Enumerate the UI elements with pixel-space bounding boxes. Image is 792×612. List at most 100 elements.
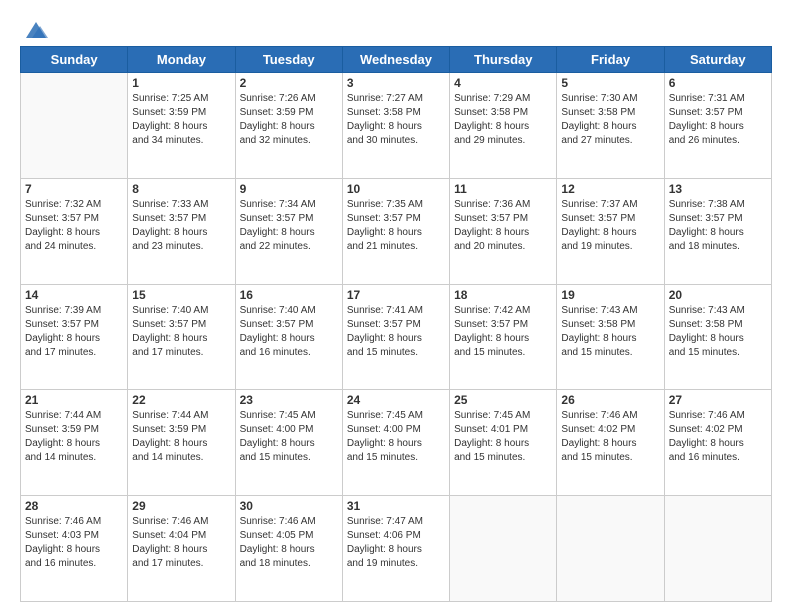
calendar-cell: 20 Sunrise: 7:43 AM Sunset: 3:58 PM Dayli… bbox=[664, 284, 771, 390]
header bbox=[20, 16, 772, 40]
day-header-saturday: Saturday bbox=[664, 47, 771, 73]
day-number: 12 bbox=[561, 182, 659, 196]
day-number: 8 bbox=[132, 182, 230, 196]
calendar-cell: 22 Sunrise: 7:44 AM Sunset: 3:59 PM Dayli… bbox=[128, 390, 235, 496]
calendar-cell: 25 Sunrise: 7:45 AM Sunset: 4:01 PM Dayli… bbox=[450, 390, 557, 496]
calendar-cell: 6Sunrise: 7:31 AM Sunset: 3:57 PM Daylig… bbox=[664, 73, 771, 179]
day-info: Sunrise: 7:27 AM Sunset: 3:58 PM Dayligh… bbox=[347, 92, 445, 148]
day-info: Sunrise: 7:26 AM Sunset: 3:59 PM Dayligh… bbox=[240, 92, 338, 148]
day-info: Sunrise: 7:46 AM Sunset: 4:02 PM Dayligh… bbox=[669, 409, 767, 465]
day-number: 3 bbox=[347, 76, 445, 90]
day-header-sunday: Sunday bbox=[21, 47, 128, 73]
calendar-cell: 29 Sunrise: 7:46 AM Sunset: 4:04 PM Dayli… bbox=[128, 496, 235, 602]
calendar-cell: 7 Sunrise: 7:32 AM Sunset: 3:57 PM Daylig… bbox=[21, 178, 128, 284]
week-row-1: 1 Sunrise: 7:25 AM Sunset: 3:59 PM Daylig… bbox=[21, 73, 772, 179]
day-info: Sunrise: 7:25 AM Sunset: 3:59 PM Dayligh… bbox=[132, 92, 230, 148]
calendar-cell: 16Sunrise: 7:40 AM Sunset: 3:57 PM Dayli… bbox=[235, 284, 342, 390]
day-number: 31 bbox=[347, 499, 445, 513]
day-info: Sunrise: 7:40 AM Sunset: 3:57 PM Dayligh… bbox=[240, 304, 338, 360]
day-info: Sunrise: 7:32 AM Sunset: 3:57 PM Dayligh… bbox=[25, 198, 123, 254]
day-number: 2 bbox=[240, 76, 338, 90]
calendar-cell: 13Sunrise: 7:38 AM Sunset: 3:57 PM Dayli… bbox=[664, 178, 771, 284]
day-number: 27 bbox=[669, 393, 767, 407]
day-number: 7 bbox=[25, 182, 123, 196]
day-number: 19 bbox=[561, 288, 659, 302]
day-info: Sunrise: 7:44 AM Sunset: 3:59 PM Dayligh… bbox=[25, 409, 123, 465]
days-header-row: SundayMondayTuesdayWednesdayThursdayFrid… bbox=[21, 47, 772, 73]
logo bbox=[20, 16, 50, 40]
day-number: 1 bbox=[132, 76, 230, 90]
day-info: Sunrise: 7:46 AM Sunset: 4:03 PM Dayligh… bbox=[25, 515, 123, 571]
calendar-cell: 11Sunrise: 7:36 AM Sunset: 3:57 PM Dayli… bbox=[450, 178, 557, 284]
calendar-cell: 19 Sunrise: 7:43 AM Sunset: 3:58 PM Dayli… bbox=[557, 284, 664, 390]
day-number: 28 bbox=[25, 499, 123, 513]
day-info: Sunrise: 7:33 AM Sunset: 3:57 PM Dayligh… bbox=[132, 198, 230, 254]
day-info: Sunrise: 7:39 AM Sunset: 3:57 PM Dayligh… bbox=[25, 304, 123, 360]
day-info: Sunrise: 7:35 AM Sunset: 3:57 PM Dayligh… bbox=[347, 198, 445, 254]
calendar-cell bbox=[450, 496, 557, 602]
day-info: Sunrise: 7:45 AM Sunset: 4:01 PM Dayligh… bbox=[454, 409, 552, 465]
calendar-cell: 1 Sunrise: 7:25 AM Sunset: 3:59 PM Daylig… bbox=[128, 73, 235, 179]
day-info: Sunrise: 7:44 AM Sunset: 3:59 PM Dayligh… bbox=[132, 409, 230, 465]
day-info: Sunrise: 7:31 AM Sunset: 3:57 PM Dayligh… bbox=[669, 92, 767, 148]
day-number: 11 bbox=[454, 182, 552, 196]
day-info: Sunrise: 7:30 AM Sunset: 3:58 PM Dayligh… bbox=[561, 92, 659, 148]
calendar-cell: 27 Sunrise: 7:46 AM Sunset: 4:02 PM Dayli… bbox=[664, 390, 771, 496]
day-number: 26 bbox=[561, 393, 659, 407]
day-number: 22 bbox=[132, 393, 230, 407]
page-container: SundayMondayTuesdayWednesdayThursdayFrid… bbox=[0, 0, 792, 612]
day-info: Sunrise: 7:42 AM Sunset: 3:57 PM Dayligh… bbox=[454, 304, 552, 360]
day-info: Sunrise: 7:34 AM Sunset: 3:57 PM Dayligh… bbox=[240, 198, 338, 254]
calendar-table: SundayMondayTuesdayWednesdayThursdayFrid… bbox=[20, 46, 772, 602]
day-header-wednesday: Wednesday bbox=[342, 47, 449, 73]
day-header-friday: Friday bbox=[557, 47, 664, 73]
week-row-5: 28 Sunrise: 7:46 AM Sunset: 4:03 PM Dayli… bbox=[21, 496, 772, 602]
day-number: 4 bbox=[454, 76, 552, 90]
calendar-cell: 24 Sunrise: 7:45 AM Sunset: 4:00 PM Dayli… bbox=[342, 390, 449, 496]
day-number: 20 bbox=[669, 288, 767, 302]
day-info: Sunrise: 7:38 AM Sunset: 3:57 PM Dayligh… bbox=[669, 198, 767, 254]
calendar-cell: 28 Sunrise: 7:46 AM Sunset: 4:03 PM Dayli… bbox=[21, 496, 128, 602]
day-number: 24 bbox=[347, 393, 445, 407]
day-number: 15 bbox=[132, 288, 230, 302]
calendar-cell: 18Sunrise: 7:42 AM Sunset: 3:57 PM Dayli… bbox=[450, 284, 557, 390]
calendar-cell: 15 Sunrise: 7:40 AM Sunset: 3:57 PM Dayli… bbox=[128, 284, 235, 390]
day-info: Sunrise: 7:29 AM Sunset: 3:58 PM Dayligh… bbox=[454, 92, 552, 148]
calendar-cell: 14 Sunrise: 7:39 AM Sunset: 3:57 PM Dayli… bbox=[21, 284, 128, 390]
calendar-cell: 31Sunrise: 7:47 AM Sunset: 4:06 PM Dayli… bbox=[342, 496, 449, 602]
week-row-3: 14 Sunrise: 7:39 AM Sunset: 3:57 PM Dayli… bbox=[21, 284, 772, 390]
day-info: Sunrise: 7:40 AM Sunset: 3:57 PM Dayligh… bbox=[132, 304, 230, 360]
calendar-cell: 5 Sunrise: 7:30 AM Sunset: 3:58 PM Daylig… bbox=[557, 73, 664, 179]
day-header-thursday: Thursday bbox=[450, 47, 557, 73]
calendar-cell: 21 Sunrise: 7:44 AM Sunset: 3:59 PM Dayli… bbox=[21, 390, 128, 496]
day-info: Sunrise: 7:46 AM Sunset: 4:02 PM Dayligh… bbox=[561, 409, 659, 465]
day-number: 23 bbox=[240, 393, 338, 407]
calendar-cell bbox=[557, 496, 664, 602]
calendar-cell: 10Sunrise: 7:35 AM Sunset: 3:57 PM Dayli… bbox=[342, 178, 449, 284]
day-info: Sunrise: 7:45 AM Sunset: 4:00 PM Dayligh… bbox=[347, 409, 445, 465]
day-info: Sunrise: 7:46 AM Sunset: 4:04 PM Dayligh… bbox=[132, 515, 230, 571]
calendar-cell: 23Sunrise: 7:45 AM Sunset: 4:00 PM Dayli… bbox=[235, 390, 342, 496]
day-header-tuesday: Tuesday bbox=[235, 47, 342, 73]
day-info: Sunrise: 7:41 AM Sunset: 3:57 PM Dayligh… bbox=[347, 304, 445, 360]
day-number: 17 bbox=[347, 288, 445, 302]
calendar-cell bbox=[21, 73, 128, 179]
day-number: 25 bbox=[454, 393, 552, 407]
day-info: Sunrise: 7:43 AM Sunset: 3:58 PM Dayligh… bbox=[669, 304, 767, 360]
day-number: 14 bbox=[25, 288, 123, 302]
calendar-cell: 9 Sunrise: 7:34 AM Sunset: 3:57 PM Daylig… bbox=[235, 178, 342, 284]
calendar-cell bbox=[664, 496, 771, 602]
calendar-cell: 4 Sunrise: 7:29 AM Sunset: 3:58 PM Daylig… bbox=[450, 73, 557, 179]
calendar-cell: 2 Sunrise: 7:26 AM Sunset: 3:59 PM Daylig… bbox=[235, 73, 342, 179]
day-number: 5 bbox=[561, 76, 659, 90]
day-number: 9 bbox=[240, 182, 338, 196]
week-row-2: 7 Sunrise: 7:32 AM Sunset: 3:57 PM Daylig… bbox=[21, 178, 772, 284]
day-number: 21 bbox=[25, 393, 123, 407]
day-number: 30 bbox=[240, 499, 338, 513]
day-header-monday: Monday bbox=[128, 47, 235, 73]
day-number: 29 bbox=[132, 499, 230, 513]
day-info: Sunrise: 7:37 AM Sunset: 3:57 PM Dayligh… bbox=[561, 198, 659, 254]
day-info: Sunrise: 7:46 AM Sunset: 4:05 PM Dayligh… bbox=[240, 515, 338, 571]
day-info: Sunrise: 7:43 AM Sunset: 3:58 PM Dayligh… bbox=[561, 304, 659, 360]
calendar-cell: 26 Sunrise: 7:46 AM Sunset: 4:02 PM Dayli… bbox=[557, 390, 664, 496]
